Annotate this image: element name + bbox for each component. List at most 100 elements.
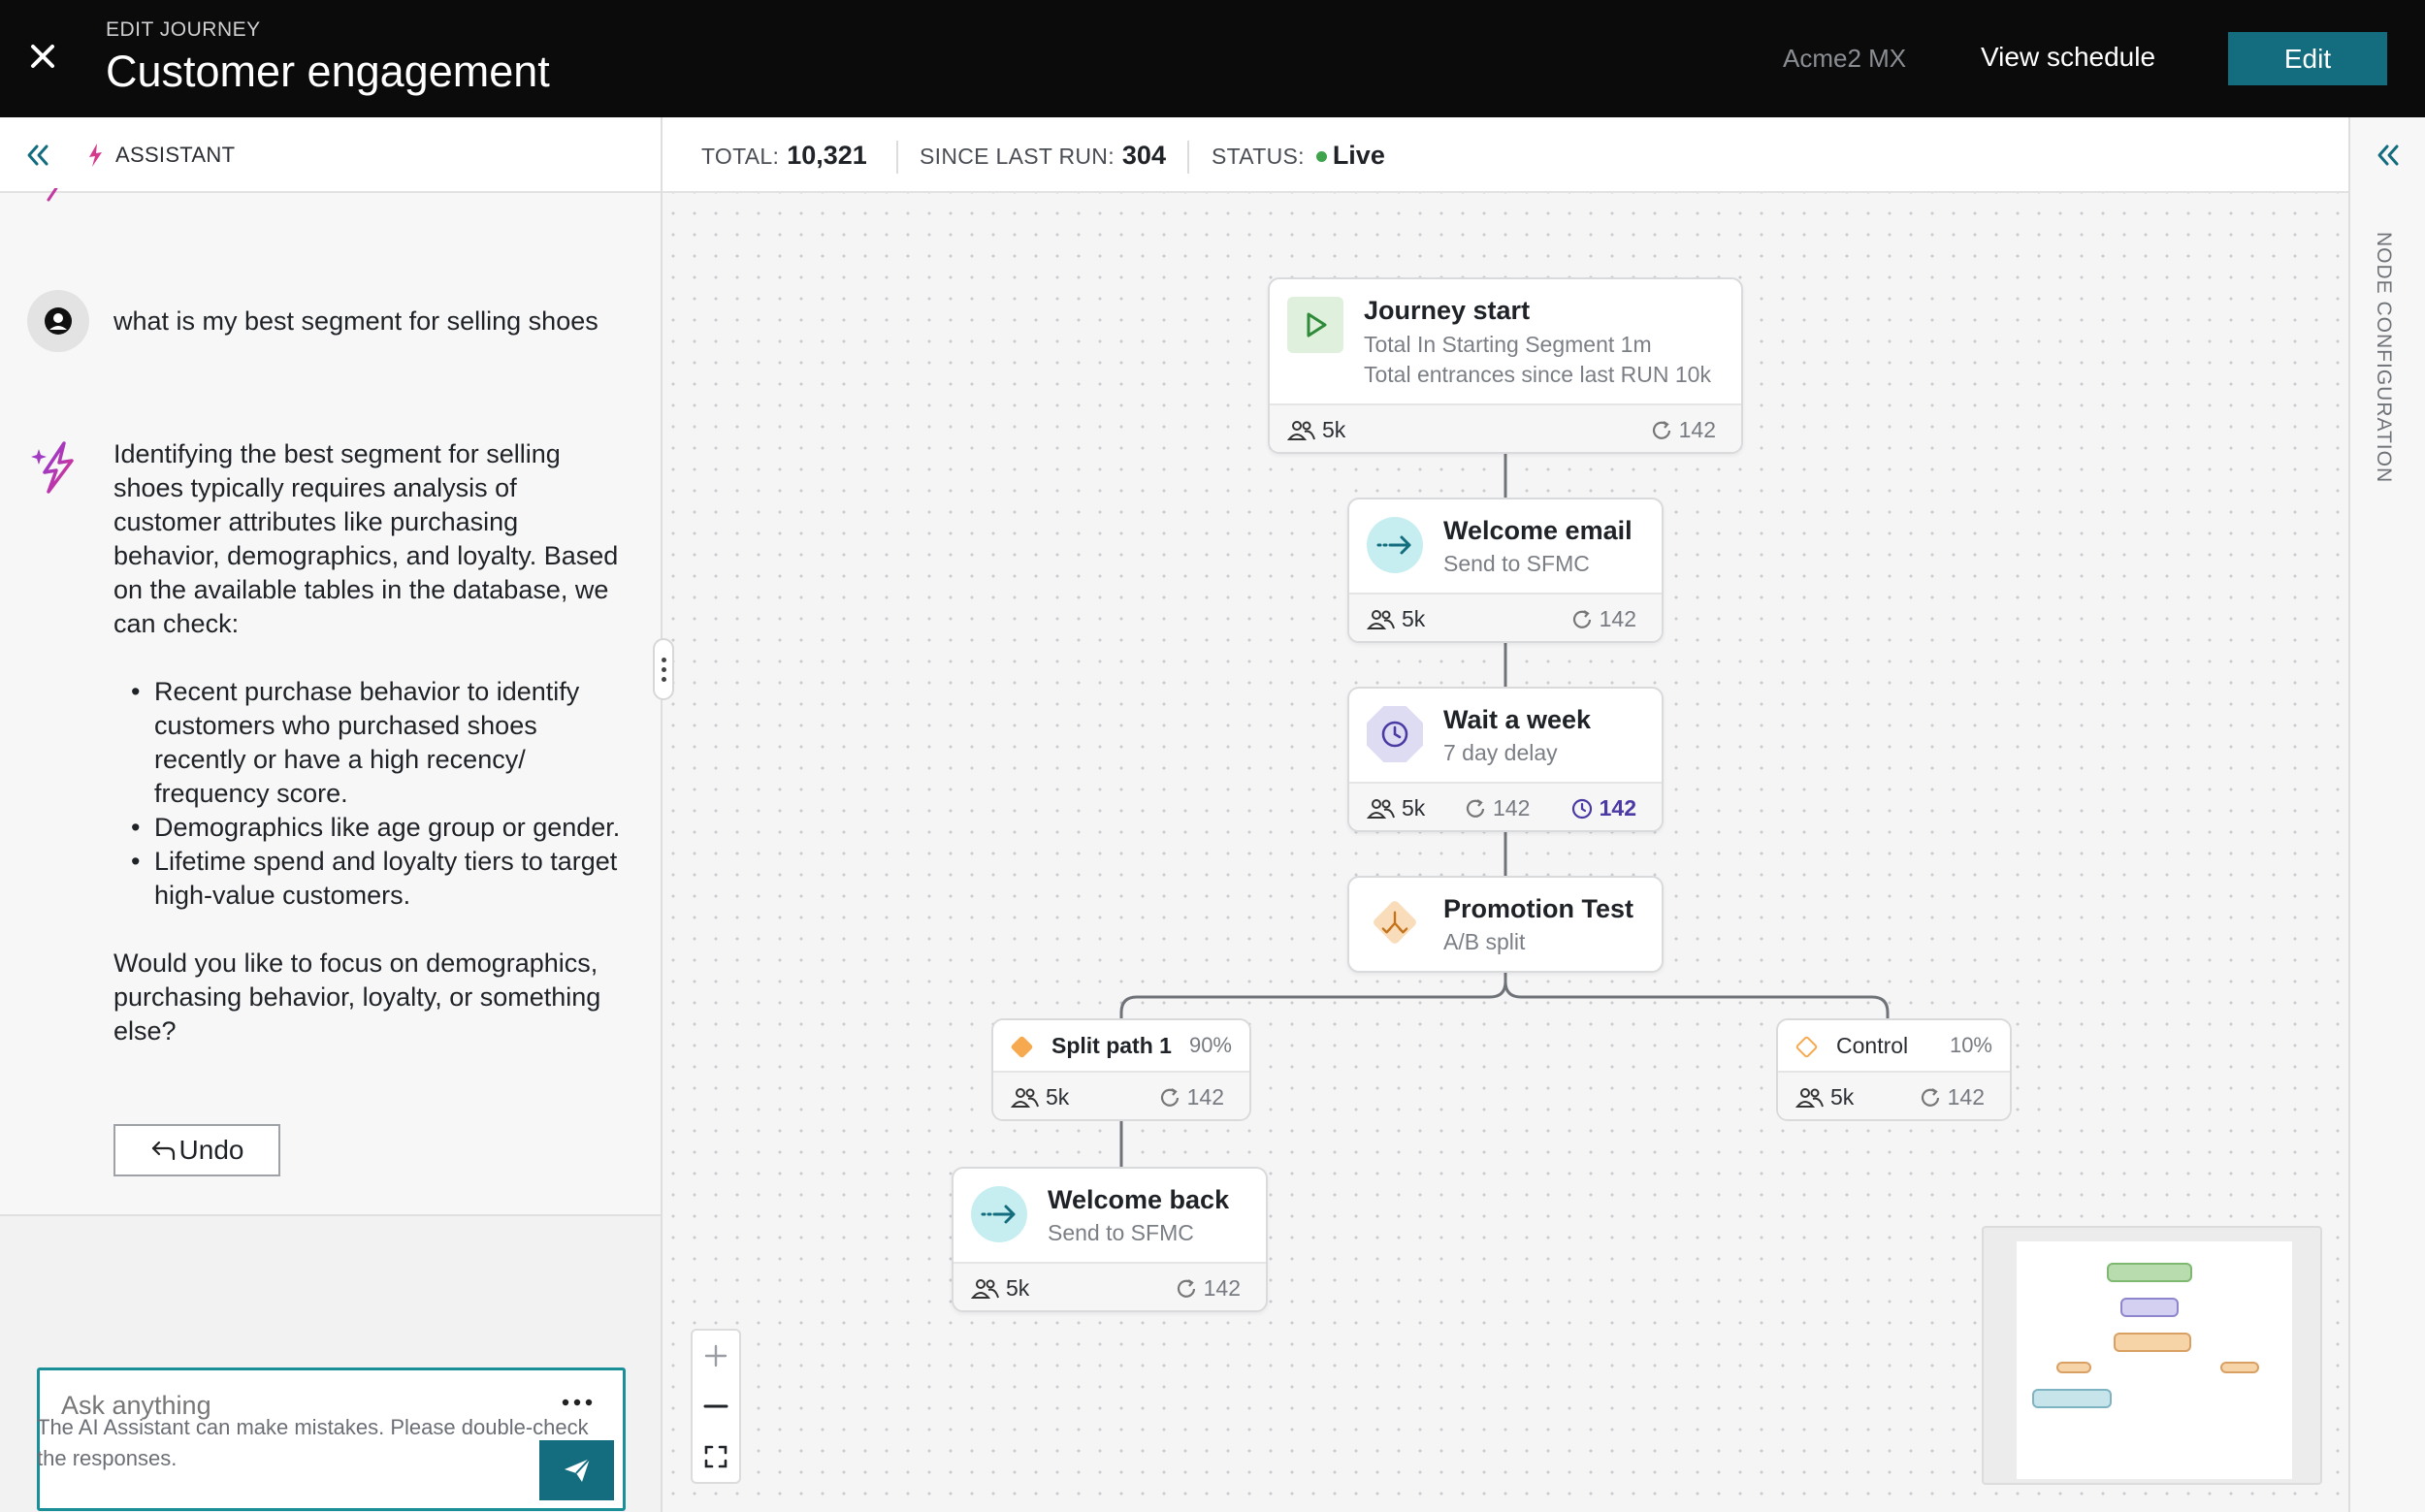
minimap-node [2114,1333,2191,1352]
node-runs-value: 142 [1493,795,1531,820]
send-arrow-icon [1367,517,1423,573]
users-icon [1367,798,1395,819]
stat-total: TOTAL: 10,321 [701,141,867,171]
minimap-node [2107,1263,2192,1282]
split-control[interactable]: Control 10% 5k 142 [1776,1018,2012,1121]
ai-sparkle-icon [31,441,74,494]
refresh-icon [1177,1278,1195,1298]
user-avatar [27,290,89,352]
disclaimer-text: The AI Assistant can make mistakes. Plea… [37,1415,589,1470]
node-journey-start[interactable]: Journey start Total In Starting Segment … [1268,277,1743,454]
edit-button[interactable]: Edit [2228,32,2387,85]
stat-since-last-run: SINCE LAST RUN: 304 [920,141,1166,171]
node-count-value: 5k [1046,1084,1070,1110]
undo-icon [151,1141,175,1161]
node-runs: 142 [1464,795,1530,821]
stat-status-label: STATUS: [1212,144,1305,169]
refresh-icon [1466,798,1485,818]
assistant-label: ASSISTANT [115,143,236,167]
split-icon [1367,894,1423,950]
node-runs-value: 142 [1599,606,1636,631]
stat-since-label: SINCE LAST RUN: [920,144,1115,169]
node-runs: 142 [1919,1084,1985,1110]
zoom-out-button[interactable] [693,1381,739,1432]
close-icon[interactable] [19,33,66,80]
list-item: Demographics like age group or gender. [131,811,628,845]
node-count-value: 5k [1402,606,1426,631]
node-promotion-test[interactable]: Promotion Test A/B split [1347,876,1664,973]
zoom-in-button[interactable] [693,1331,739,1381]
node-footer: 5k 142 [1778,1071,2010,1119]
node-runs: 142 [1158,1084,1224,1110]
stat-total-value: 10,321 [787,141,867,170]
stat-divider [896,141,898,174]
sparkle-icon [89,144,102,167]
stat-divider [1187,141,1189,174]
double-chevron-left-icon[interactable] [2372,139,2405,172]
user-icon [45,307,72,335]
split-path-percent: 90% [1188,1033,1232,1057]
node-waiting-value: 142 [1599,795,1636,820]
assistant-header: ASSISTANT [0,117,661,193]
node-runs-value: 142 [1947,1084,1985,1110]
node-title: Wait a week [1443,705,1592,734]
list-item: Lifetime spend and loyalty tiers to targ… [131,845,628,913]
fit-view-button[interactable] [693,1432,739,1482]
node-config-label: NODE CONFIGURATION [2373,232,2395,484]
more-icon[interactable] [560,1398,595,1407]
node-runs: 142 [1650,417,1716,443]
node-subtitle: 7 day delay [1443,740,1558,765]
users-icon [1795,1087,1824,1108]
minimap-node [2220,1362,2259,1373]
refresh-icon [1652,420,1670,439]
double-chevron-left-icon[interactable] [21,139,54,172]
node-runs-value: 142 [1678,417,1716,442]
node-footer: 5k 142 [954,1262,1266,1310]
assistant-message: Identifying the best segment for selling… [113,437,628,1082]
clock-icon [1571,798,1592,819]
node-welcome-back[interactable]: Welcome back Send to SFMC 5k 142 [952,1167,1268,1312]
node-subtitle: Total entrances since last RUN 10k [1364,362,1711,387]
node-waiting: 142 [1570,795,1636,821]
node-footer: 5k 142 142 [1349,782,1662,830]
clock-icon [1367,706,1423,762]
view-schedule-button[interactable]: View schedule [1981,42,2155,73]
user-message: what is my best segment for selling shoe… [113,306,598,336]
node-runs-value: 142 [1186,1084,1224,1110]
sparkle-icon [47,188,58,202]
page-title: Customer engagement [106,47,550,96]
node-count: 5k [1367,795,1425,821]
split-path-1[interactable]: Split path 1 90% 5k 142 [991,1018,1251,1121]
stat-status-value: Live [1332,141,1385,170]
node-wait-a-week[interactable]: Wait a week 7 day delay 5k 142 142 [1347,687,1664,832]
split-path-percent: 10% [1949,1033,1992,1057]
node-footer: 5k 142 [1349,593,1662,641]
node-footer: 5k 142 [1270,403,1741,452]
node-title: Promotion Test [1443,894,1634,923]
assistant-message-list: Recent purchase behavior to identify cus… [131,675,628,913]
list-item: Recent purchase behavior to identify cus… [131,675,628,811]
live-status-dot [1315,150,1327,162]
minimap[interactable] [1982,1226,2322,1485]
app-header: EDIT JOURNEY Customer engagement Acme2 M… [0,0,2425,117]
assistant-message-intro: Identifying the best segment for selling… [113,439,619,638]
panel-resize-handle[interactable] [653,638,674,700]
plus-icon [704,1344,728,1367]
zoom-controls [691,1329,741,1484]
assistant-panel: ASSISTANT what is my best segment for se… [0,117,663,1512]
assistant-message-outro: Would you like to focus on demographics,… [113,949,601,1046]
undo-button[interactable]: Undo [113,1124,280,1176]
refresh-icon [1572,609,1591,628]
node-count-value: 5k [1006,1275,1030,1301]
stat-since-value: 304 [1121,141,1166,170]
fullscreen-icon [704,1445,728,1468]
send-arrow-icon [971,1186,1027,1242]
stat-status: STATUS: Live [1212,141,1385,171]
users-icon [1011,1087,1039,1108]
node-welcome-email[interactable]: Welcome email Send to SFMC 5k 142 [1347,498,1664,643]
org-name: Acme2 MX [1783,44,1907,73]
node-count: 5k [971,1275,1029,1302]
node-count: 5k [1287,417,1345,443]
minimap-node [2120,1298,2179,1317]
minimap-node [2032,1389,2112,1408]
